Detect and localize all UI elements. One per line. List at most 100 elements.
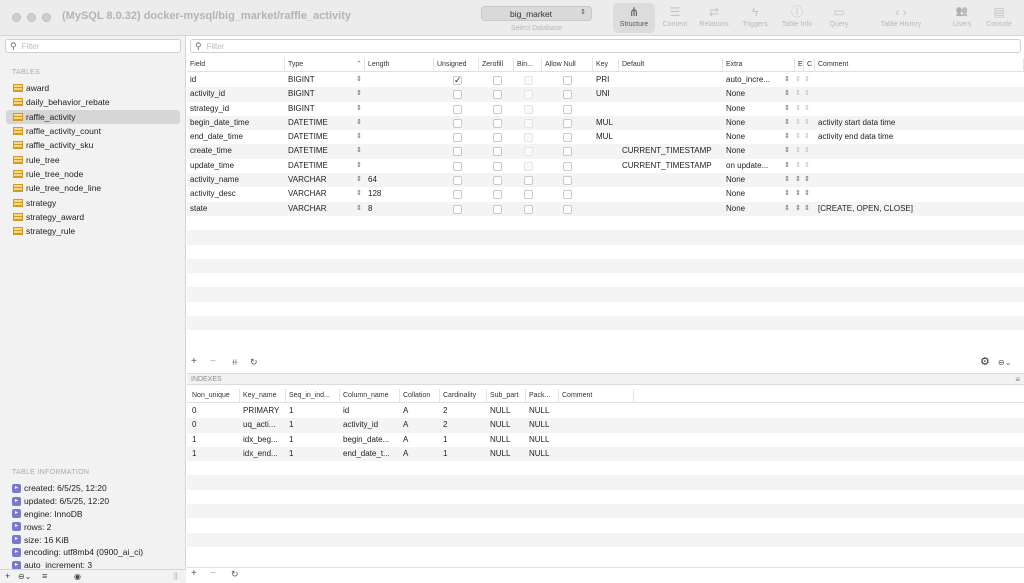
default-cell[interactable]: CURRENT_TIMESTAMP	[619, 159, 723, 173]
remove-field-button[interactable]: −	[210, 356, 216, 367]
table-row[interactable]	[187, 216, 1024, 230]
index-row[interactable]	[187, 490, 1024, 504]
zerofill-checkbox[interactable]	[493, 190, 502, 200]
binary-checkbox[interactable]	[524, 118, 533, 128]
structure-filter-input[interactable]: ⚲ Filter	[190, 39, 1021, 53]
index-row[interactable]: 0 uq_acti... 1 activity_id A 2 NULL NULL	[187, 418, 1024, 433]
table-row[interactable]: update_time DATETIME ⇕ CURRENT_TIMESTAMP on …	[187, 159, 1024, 173]
binary-checkbox[interactable]	[524, 161, 533, 171]
type-cell[interactable]: DATETIME	[285, 144, 355, 158]
extra-stepper-icon[interactable]: ⇕	[784, 159, 790, 173]
collation-stepper-icon[interactable]: ⇕	[804, 202, 810, 216]
index-row[interactable]: 1 idx_beg... 1 begin_date... A 1 NULL NULL	[187, 433, 1024, 447]
split-handle[interactable]: ||	[174, 573, 178, 580]
allow-null-checkbox[interactable]	[563, 190, 572, 200]
column-header-allow-null[interactable]: Allow Null	[542, 58, 593, 72]
allow-null-checkbox[interactable]	[563, 90, 572, 100]
allow-null-checkbox[interactable]	[563, 204, 572, 214]
column-header-key[interactable]: Key	[593, 58, 619, 72]
default-cell[interactable]	[619, 173, 723, 187]
field-name-cell[interactable]: id	[187, 73, 285, 87]
zerofill-checkbox[interactable]	[493, 76, 502, 85]
comment-cell[interactable]	[815, 187, 1024, 201]
type-cell[interactable]: BIGINT	[285, 87, 355, 101]
column-header-field[interactable]: Field	[187, 58, 285, 72]
comment-cell[interactable]	[815, 102, 1024, 116]
type-stepper-icon[interactable]: ⇕	[356, 173, 362, 187]
collation-stepper-icon[interactable]: ⇕	[804, 159, 810, 173]
sidebar-table-item[interactable]: raffle_activity_count	[6, 124, 180, 138]
column-header-extra[interactable]: Extra	[723, 58, 795, 72]
sidebar-table-item[interactable]: raffle_activity	[6, 109, 180, 124]
index-column-header[interactable]: Sub_part	[487, 389, 526, 403]
unsigned-checkbox[interactable]	[453, 176, 462, 186]
extra-cell[interactable]: None	[723, 202, 781, 216]
binary-checkbox[interactable]	[524, 104, 533, 114]
unsigned-checkbox[interactable]	[453, 161, 462, 171]
default-cell[interactable]	[619, 102, 723, 116]
type-cell[interactable]: DATETIME	[285, 159, 355, 173]
sidebar-table-item[interactable]: daily_behavior_rebate	[6, 95, 180, 109]
zerofill-checkbox[interactable]	[493, 147, 502, 157]
table-row[interactable]: create_time DATETIME ⇕ CURRENT_TIMESTAMP Non…	[187, 144, 1024, 159]
field-name-cell[interactable]: begin_date_time	[187, 116, 285, 130]
zoom-window-button[interactable]	[42, 13, 51, 22]
column-header-type[interactable]: Type	[285, 58, 365, 72]
sidebar-filter-input[interactable]: ⚲ Filter	[5, 39, 181, 53]
type-stepper-icon[interactable]: ⇕	[356, 144, 362, 158]
zerofill-checkbox[interactable]	[493, 204, 502, 214]
unsigned-checkbox[interactable]	[453, 90, 462, 100]
extra-stepper-icon[interactable]: ⇕	[784, 130, 790, 144]
encoding-stepper-icon[interactable]: ⇕	[795, 202, 801, 216]
type-cell[interactable]: VARCHAR	[285, 173, 355, 187]
table-row[interactable]: activity_desc VARCHAR ⇕ 128 None ⇕ ⇕ ⇕	[187, 187, 1024, 201]
indexes-menu-icon[interactable]: ≡	[1015, 374, 1020, 386]
sidebar-table-item[interactable]: rule_tree	[6, 152, 180, 166]
index-row[interactable]	[187, 532, 1024, 547]
zerofill-checkbox[interactable]	[493, 104, 502, 114]
index-column-header[interactable]: Seq_in_ind...	[286, 389, 340, 403]
sidebar-table-item[interactable]: strategy_rule	[6, 224, 180, 238]
unsigned-checkbox[interactable]	[453, 104, 462, 114]
table-row[interactable]: activity_id BIGINT ⇕ UNI None ⇕ ⇕ ⇕	[187, 87, 1024, 102]
binary-checkbox[interactable]	[524, 190, 533, 200]
collation-stepper-icon[interactable]: ⇕	[804, 87, 810, 101]
refresh-button[interactable]: ↻	[250, 357, 258, 368]
collation-stepper-icon[interactable]: ⇕	[804, 102, 810, 116]
extra-stepper-icon[interactable]: ⇕	[784, 102, 790, 116]
comment-cell[interactable]	[815, 87, 1024, 101]
field-options-menu-button[interactable]: ⊖⌄	[998, 358, 1011, 367]
table-row[interactable]	[187, 273, 1024, 287]
allow-null-checkbox[interactable]	[563, 133, 572, 143]
eye-icon[interactable]: ◉	[74, 572, 81, 581]
length-cell[interactable]	[365, 159, 434, 173]
type-stepper-icon[interactable]: ⇕	[356, 159, 362, 173]
collation-stepper-icon[interactable]: ⇕	[804, 116, 810, 130]
encoding-stepper-icon[interactable]: ⇕	[795, 73, 801, 87]
zerofill-checkbox[interactable]	[493, 118, 502, 128]
remove-index-button[interactable]: −	[210, 568, 216, 579]
extra-stepper-icon[interactable]: ⇕	[784, 73, 790, 87]
length-cell[interactable]	[365, 87, 434, 101]
comment-cell[interactable]: [CREATE, OPEN, CLOSE]	[815, 202, 1024, 216]
type-stepper-icon[interactable]: ⇕	[356, 202, 362, 216]
toolbar-structure[interactable]: ⋔ Structure	[613, 3, 655, 33]
field-name-cell[interactable]: state	[187, 202, 285, 216]
extra-stepper-icon[interactable]: ⇕	[784, 173, 790, 187]
encoding-stepper-icon[interactable]: ⇕	[795, 130, 801, 144]
encoding-stepper-icon[interactable]: ⇕	[795, 116, 801, 130]
index-column-header[interactable]: Collation	[400, 389, 440, 403]
column-header-comment[interactable]: Comment	[815, 58, 1024, 72]
default-cell[interactable]	[619, 187, 723, 201]
toolbar-query[interactable]: ▭ Query	[822, 3, 856, 33]
database-select[interactable]: big_market ⇕	[481, 6, 592, 21]
length-cell[interactable]: 128	[365, 187, 434, 201]
type-cell[interactable]: BIGINT	[285, 102, 355, 116]
comment-cell[interactable]: activity end data time	[815, 130, 1024, 144]
comment-cell[interactable]: activity start data time	[815, 116, 1024, 130]
minimize-window-button[interactable]	[27, 13, 36, 22]
add-field-button[interactable]: +	[191, 356, 197, 367]
binary-checkbox[interactable]	[524, 90, 533, 100]
index-row[interactable]	[187, 461, 1024, 475]
duplicate-field-button[interactable]: ⧺	[231, 357, 239, 368]
